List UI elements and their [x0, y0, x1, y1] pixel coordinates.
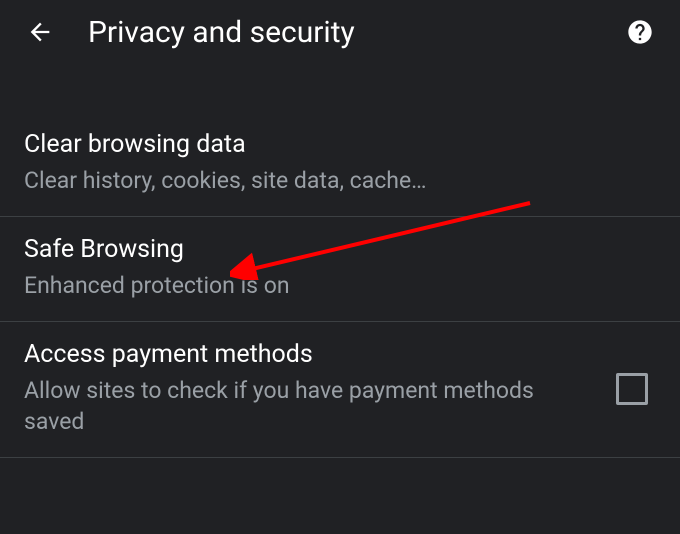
settings-list: Clear browsing data Clear history, cooki…: [0, 112, 680, 458]
help-button[interactable]: [616, 8, 664, 56]
safe-browsing-item[interactable]: Safe Browsing Enhanced protection is on: [0, 217, 680, 322]
header-bar: Privacy and security: [0, 0, 680, 64]
clear-browsing-data-item[interactable]: Clear browsing data Clear history, cooki…: [0, 112, 680, 217]
back-button[interactable]: [16, 8, 64, 56]
help-icon: [626, 18, 654, 46]
clear-browsing-title: Clear browsing data: [24, 130, 656, 159]
access-payment-methods-item[interactable]: Access payment methods Allow sites to ch…: [0, 322, 680, 458]
setting-text: Clear browsing data Clear history, cooki…: [24, 130, 656, 196]
back-arrow-icon: [26, 18, 54, 46]
page-title: Privacy and security: [88, 15, 616, 50]
setting-text: Access payment methods Allow sites to ch…: [24, 340, 596, 437]
payment-methods-subtitle: Allow sites to check if you have payment…: [24, 375, 596, 437]
safe-browsing-subtitle: Enhanced protection is on: [24, 270, 656, 301]
payment-methods-title: Access payment methods: [24, 340, 596, 369]
payment-methods-checkbox[interactable]: [616, 373, 648, 405]
setting-text: Safe Browsing Enhanced protection is on: [24, 235, 656, 301]
clear-browsing-subtitle: Clear history, cookies, site data, cache…: [24, 165, 656, 196]
safe-browsing-title: Safe Browsing: [24, 235, 656, 264]
